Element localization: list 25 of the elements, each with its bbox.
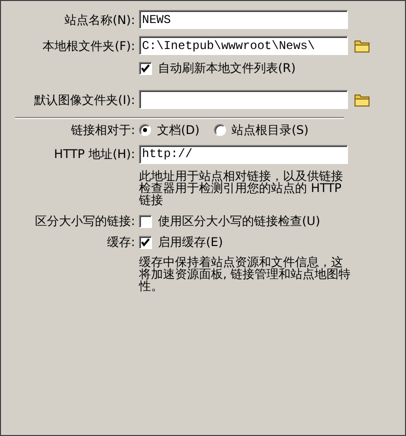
folder-icon[interactable] (354, 38, 370, 52)
checkbox-label: 启用缓存(E) (158, 235, 223, 249)
field-label: 缓存: (106, 235, 135, 249)
radio-label: 文档(D) (157, 123, 200, 137)
field-label: 本地根文件夹(F): (42, 38, 135, 52)
help-text: 此地址用于站点相对链接，以及供链接检查器用于检测引用您的站点的 HTTP 链接 (139, 170, 344, 206)
image-folder-field[interactable] (139, 90, 348, 109)
checkbox[interactable] (139, 62, 152, 74)
field-label: 站点名称(N): (64, 12, 135, 26)
checkbox[interactable] (139, 214, 152, 228)
root-folder-field[interactable]: C:\Inetpub\wwwroot\News\ (139, 36, 348, 55)
radio-button[interactable] (139, 124, 151, 136)
checkbox[interactable] (139, 236, 152, 248)
field-label: 链接相对于: (70, 123, 135, 137)
radio-label: 站点根目录(S) (232, 123, 309, 137)
folder-icon[interactable] (354, 92, 370, 106)
field-label: HTTP 地址(H): (54, 147, 135, 161)
field-label: 区分大小写的链接: (34, 214, 135, 228)
help-text: 缓存中保持着站点资源和文件信息，这将加速资源面板, 链接管理和站点地图特性。 (139, 256, 351, 292)
checkbox-label: 自动刷新本地文件列表(R) (158, 61, 296, 75)
checkbox-label: 使用区分大小写的链接检查(U) (158, 214, 320, 228)
http-address-field[interactable]: http:// (139, 144, 348, 164)
field-label: 默认图像文件夹(I): (34, 92, 135, 106)
site-name-field[interactable]: NEWS (139, 10, 348, 29)
radio-button[interactable] (214, 124, 226, 136)
